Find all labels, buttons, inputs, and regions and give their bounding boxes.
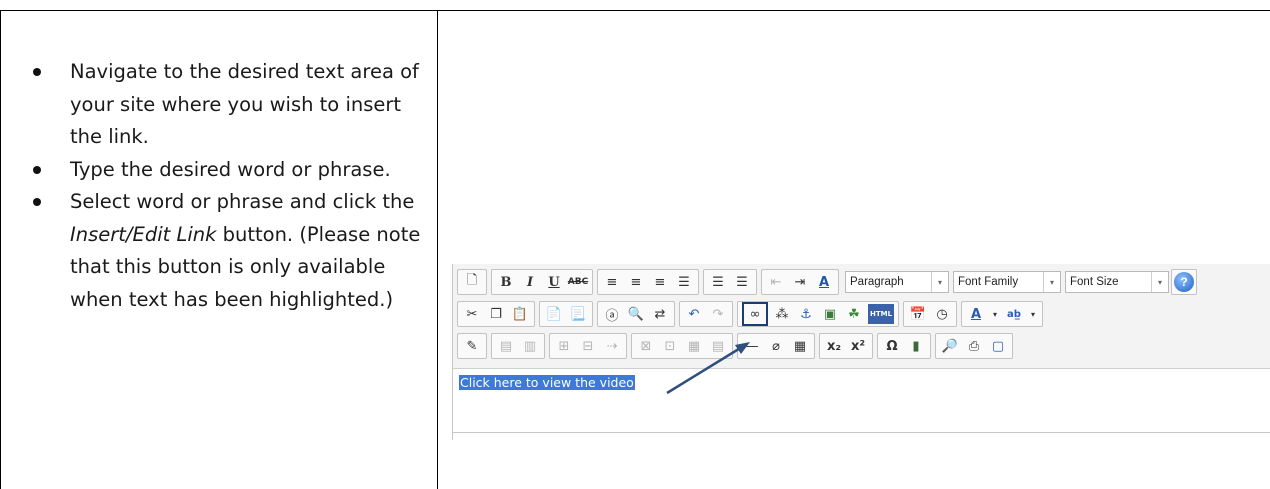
arrow-head [735,342,750,354]
annotation-arrow-icon [666,342,750,395]
arrow-shaft [666,345,743,395]
